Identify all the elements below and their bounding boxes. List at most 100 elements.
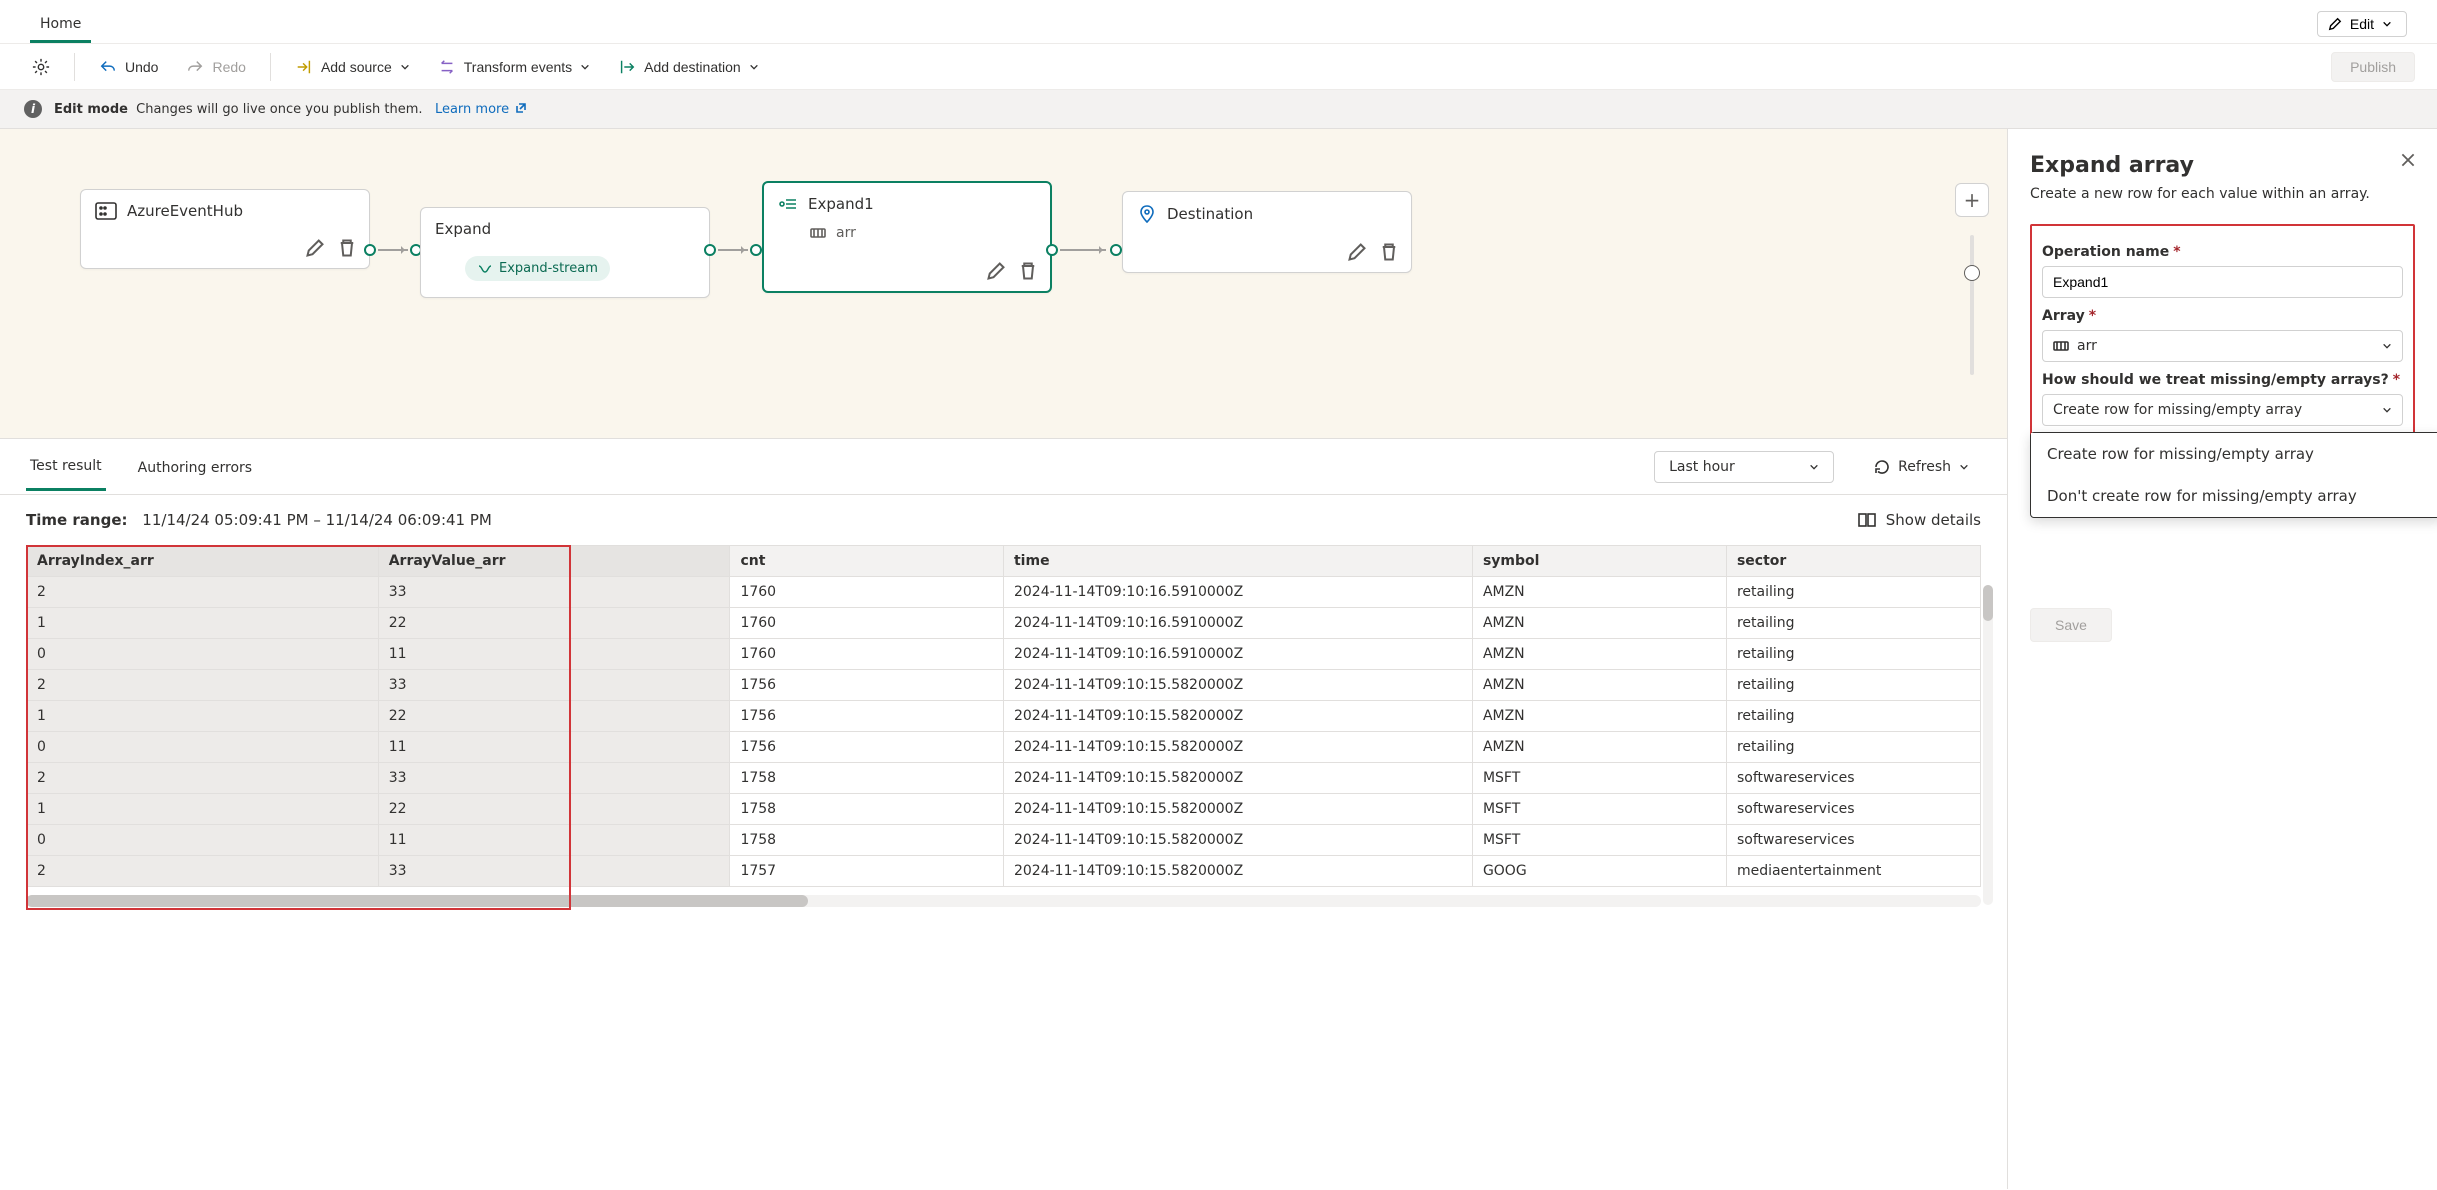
- separator: [74, 53, 75, 81]
- vertical-scrollbar[interactable]: [1983, 585, 1993, 905]
- table-row[interactable]: 23317602024-11-14T09:10:16.5910000ZAMZNr…: [27, 577, 1981, 608]
- delete-node-button[interactable]: [337, 238, 357, 258]
- node-port[interactable]: [1046, 244, 1058, 256]
- col-symbol[interactable]: symbol: [1472, 546, 1726, 577]
- cell: 2024-11-14T09:10:16.5910000Z: [1003, 608, 1472, 639]
- learn-more-link[interactable]: Learn more: [435, 102, 527, 117]
- undo-button[interactable]: Undo: [89, 52, 168, 82]
- cell: 0: [27, 732, 379, 763]
- tab-home[interactable]: Home: [30, 6, 91, 43]
- close-panel-button[interactable]: [2399, 151, 2417, 169]
- node-port[interactable]: [364, 244, 376, 256]
- settings-button[interactable]: [22, 52, 60, 82]
- add-source-label: Add source: [321, 59, 392, 75]
- event-hub-icon: [95, 202, 117, 220]
- table-row[interactable]: 23317582024-11-14T09:10:15.5820000ZMSFTs…: [27, 763, 1981, 794]
- table-row[interactable]: 12217562024-11-14T09:10:15.5820000ZAMZNr…: [27, 701, 1981, 732]
- scroll-thumb[interactable]: [1983, 585, 1993, 621]
- node-port[interactable]: [704, 244, 716, 256]
- cell: AMZN: [1472, 670, 1726, 701]
- table-row[interactable]: 23317572024-11-14T09:10:15.5820000ZGOOGm…: [27, 856, 1981, 887]
- expand-array-panel: Expand array Create a new row for each v…: [2007, 129, 2437, 1189]
- add-source-button[interactable]: Add source: [285, 52, 420, 82]
- trash-icon: [1379, 242, 1399, 262]
- connector: [1060, 249, 1106, 251]
- info-icon: i: [24, 100, 42, 118]
- stream-chip[interactable]: Expand-stream: [465, 256, 610, 281]
- cell: 2: [27, 856, 379, 887]
- horizontal-scrollbar[interactable]: [26, 895, 1981, 907]
- undo-icon: [99, 58, 117, 76]
- export-icon: [618, 58, 636, 76]
- node-azure-event-hub[interactable]: AzureEventHub: [80, 189, 370, 269]
- table-row[interactable]: 01117582024-11-14T09:10:15.5820000ZMSFTs…: [27, 825, 1981, 856]
- connector: [718, 249, 748, 251]
- col-arrayvalue[interactable]: ArrayValue_arr: [378, 546, 730, 577]
- banner-title: Edit mode: [54, 102, 128, 117]
- node-title: Expand1: [808, 195, 874, 213]
- zoom-slider[interactable]: [1970, 235, 1974, 375]
- expand-icon: [778, 195, 798, 213]
- cell: AMZN: [1472, 608, 1726, 639]
- missing-option-create[interactable]: Create row for missing/empty array: [2031, 433, 2437, 475]
- array-icon: [2053, 339, 2069, 353]
- array-label: Array*: [2042, 308, 2403, 324]
- cell: 2: [27, 670, 379, 701]
- col-arrayindex[interactable]: ArrayIndex_arr: [27, 546, 379, 577]
- add-destination-button[interactable]: Add destination: [608, 52, 769, 82]
- node-port[interactable]: [1110, 244, 1122, 256]
- operation-name-input[interactable]: [2042, 266, 2403, 298]
- table-row[interactable]: 01117602024-11-14T09:10:16.5910000ZAMZNr…: [27, 639, 1981, 670]
- transform-events-button[interactable]: Transform events: [428, 52, 600, 82]
- table-row[interactable]: 12217582024-11-14T09:10:15.5820000ZMSFTs…: [27, 794, 1981, 825]
- chevron-down-icon: [400, 62, 410, 72]
- pipeline-canvas[interactable]: AzureEventHub Expand Expand-stream: [0, 129, 2007, 439]
- cell: 1757: [730, 856, 1004, 887]
- cell: 2024-11-14T09:10:15.5820000Z: [1003, 794, 1472, 825]
- tab-authoring-errors[interactable]: Authoring errors: [134, 444, 256, 490]
- pencil-icon: [1347, 242, 1367, 262]
- table-row[interactable]: 23317562024-11-14T09:10:15.5820000ZAMZNr…: [27, 670, 1981, 701]
- cell: 2024-11-14T09:10:15.5820000Z: [1003, 670, 1472, 701]
- node-port[interactable]: [750, 244, 762, 256]
- chevron-down-icon: [2382, 19, 2392, 29]
- cell: 11: [378, 639, 730, 670]
- cell: 1758: [730, 794, 1004, 825]
- missing-option-dont-create[interactable]: Don't create row for missing/empty array: [2031, 475, 2437, 517]
- zoom-thumb[interactable]: [1964, 265, 1980, 281]
- col-cnt[interactable]: cnt: [730, 546, 1004, 577]
- scroll-thumb[interactable]: [26, 895, 808, 907]
- col-sector[interactable]: sector: [1726, 546, 1980, 577]
- missing-array-select[interactable]: Create row for missing/empty array: [2042, 394, 2403, 426]
- table-row[interactable]: 12217602024-11-14T09:10:16.5910000ZAMZNr…: [27, 608, 1981, 639]
- add-node-button[interactable]: +: [1955, 183, 1989, 217]
- show-details-button[interactable]: Show details: [1858, 511, 1981, 529]
- node-expand1[interactable]: Expand1 arr: [762, 181, 1052, 293]
- table-row[interactable]: 01117562024-11-14T09:10:15.5820000ZAMZNr…: [27, 732, 1981, 763]
- node-destination[interactable]: Destination: [1122, 191, 1412, 273]
- array-select[interactable]: arr: [2042, 330, 2403, 362]
- pencil-icon: [305, 238, 325, 258]
- edit-node-button[interactable]: [986, 261, 1006, 281]
- delete-node-button[interactable]: [1018, 261, 1038, 281]
- time-range-select[interactable]: Last hour: [1654, 451, 1834, 483]
- info-banner: i Edit mode Changes will go live once yo…: [0, 90, 2437, 129]
- time-range-value: 11/14/24 05:09:41 PM – 11/14/24 06:09:41…: [142, 511, 492, 529]
- col-time[interactable]: time: [1003, 546, 1472, 577]
- cell: 22: [378, 701, 730, 732]
- edit-button[interactable]: Edit: [2317, 11, 2407, 37]
- tab-test-result[interactable]: Test result: [26, 442, 106, 491]
- edit-node-button[interactable]: [1347, 242, 1367, 262]
- refresh-button[interactable]: Refresh: [1862, 452, 1981, 482]
- cell: 1756: [730, 732, 1004, 763]
- cell: 1: [27, 794, 379, 825]
- delete-node-button[interactable]: [1379, 242, 1399, 262]
- cell: 1760: [730, 639, 1004, 670]
- cell: 2024-11-14T09:10:15.5820000Z: [1003, 763, 1472, 794]
- node-expand[interactable]: Expand Expand-stream: [420, 207, 710, 298]
- cell: 2024-11-14T09:10:16.5910000Z: [1003, 577, 1472, 608]
- cell: 33: [378, 577, 730, 608]
- import-icon: [295, 58, 313, 76]
- edit-node-button[interactable]: [305, 238, 325, 258]
- cell: softwareservices: [1726, 794, 1980, 825]
